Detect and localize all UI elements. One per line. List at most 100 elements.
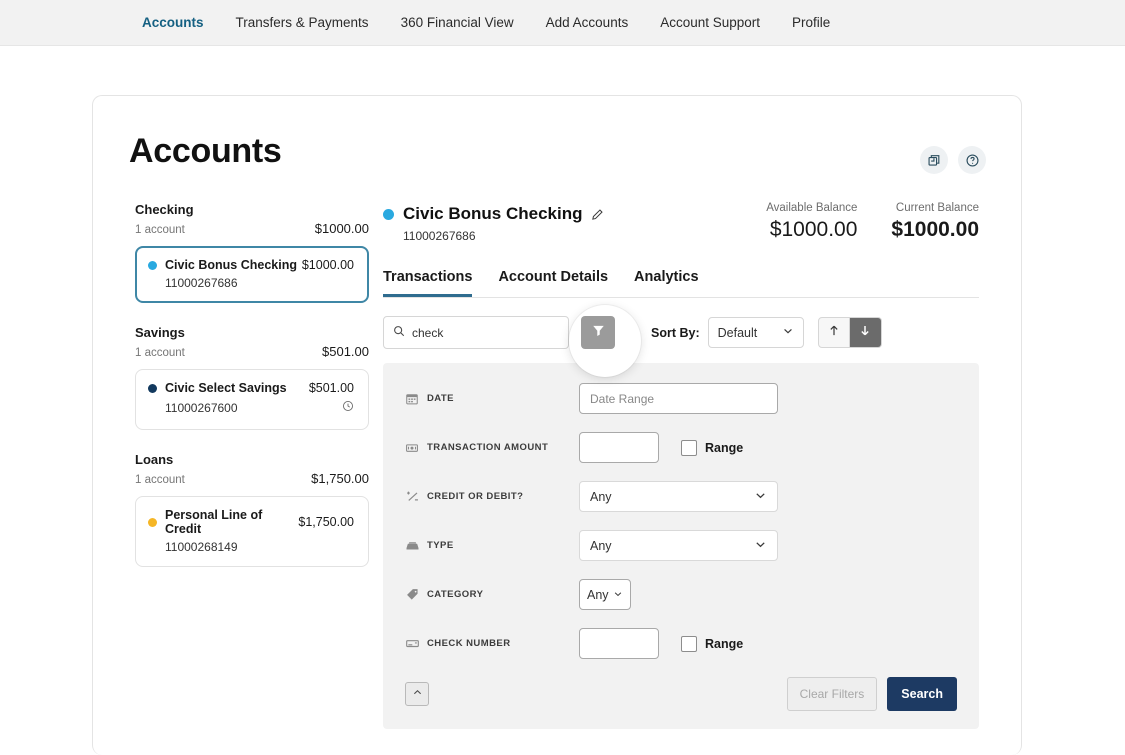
filter-row-transaction-amount: TRANSACTION AMOUNT Range (405, 432, 957, 463)
group-title: Savings (135, 325, 185, 340)
group-count: 1 account (135, 474, 185, 486)
transaction-amount-range-toggle[interactable]: Range (681, 439, 743, 456)
chevron-down-icon (782, 325, 794, 340)
chevron-up-icon (412, 685, 423, 703)
sort-controls: Sort By: Default (651, 317, 882, 348)
tab-analytics[interactable]: Analytics (634, 269, 698, 297)
date-range-input[interactable]: Date Range (579, 383, 778, 414)
group-summary: 1 account $501.00 (135, 344, 369, 359)
pending-clock-icon (342, 399, 354, 417)
account-group-checking: Checking 1 account $1000.00 Civic Bonus … (135, 202, 369, 303)
account-detail-identity: Civic Bonus Checking 11000267686 (383, 202, 604, 243)
filter-label-transaction-amount: TRANSACTION AMOUNT (427, 442, 549, 453)
accounts-sidebar: Checking 1 account $1000.00 Civic Bonus … (93, 202, 383, 729)
group-summary: 1 account $1,750.00 (135, 471, 369, 486)
group-count: 1 account (135, 224, 185, 236)
chevron-down-icon (754, 538, 767, 554)
nav-item-transfers-payments[interactable]: Transfers & Payments (220, 15, 385, 30)
credit-or-debit-value: Any (590, 489, 612, 504)
plus-minus-icon (405, 489, 427, 504)
filter-label-category: CATEGORY (427, 589, 484, 600)
nav-item-profile[interactable]: Profile (776, 15, 846, 30)
tab-transactions[interactable]: Transactions (383, 269, 473, 297)
group-title: Loans (135, 452, 174, 467)
type-select[interactable]: Any (579, 530, 778, 561)
filter-row-credit-or-debit: CREDIT OR DEBIT? Any (405, 481, 957, 512)
sort-label: Sort By: (651, 325, 700, 340)
filter-row-category: CATEGORY Any (405, 579, 957, 610)
available-balance-value: $1000.00 (769, 218, 858, 241)
search-button[interactable]: Search (887, 677, 957, 711)
filter-label-date: DATE (427, 393, 454, 404)
group-title: Checking (135, 202, 194, 217)
filter-label-check-number: CHECK NUMBER (427, 638, 511, 649)
account-status-dot (148, 260, 157, 270)
account-identity: Personal Line of Credit (148, 508, 298, 536)
edit-nickname-icon[interactable] (591, 208, 604, 221)
range-checkbox[interactable] (681, 439, 697, 456)
help-button[interactable] (958, 146, 986, 174)
account-detail-panel: Civic Bonus Checking 11000267686 Availab… (383, 202, 1021, 729)
nav-item-add-accounts[interactable]: Add Accounts (530, 15, 645, 30)
group-total: $1,750.00 (311, 471, 369, 486)
page-header: Accounts (93, 96, 1021, 174)
sort-descending-button[interactable] (849, 317, 882, 348)
category-select[interactable]: Any (579, 579, 631, 610)
help-icon (965, 153, 980, 168)
statements-icon (927, 153, 942, 168)
account-identity: Civic Bonus Checking (148, 258, 297, 272)
statements-button[interactable] (920, 146, 948, 174)
account-name: Civic Select Savings (165, 381, 287, 395)
filter-toggle-button[interactable] (581, 316, 615, 349)
primary-navigation: Accounts Transfers & Payments 360 Financ… (0, 0, 1125, 46)
check-number-range-toggle[interactable]: Range (681, 635, 743, 652)
account-card-bottom-row: 11000268149 (148, 540, 354, 554)
filter-row-date: DATE Date Range (405, 383, 957, 414)
search-icon (393, 324, 405, 342)
range-checkbox[interactable] (681, 635, 697, 652)
calendar-icon (405, 392, 427, 406)
nav-item-accounts[interactable]: Accounts (126, 15, 220, 30)
current-balance-label: Current Balance (895, 202, 979, 214)
account-card-personal-line-of-credit[interactable]: Personal Line of Credit $1,750.00 110002… (135, 496, 369, 567)
money-icon (405, 441, 427, 455)
account-card-civic-select-savings[interactable]: Civic Select Savings $501.00 11000267600 (135, 369, 369, 430)
sort-by-select[interactable]: Default (707, 317, 804, 348)
tab-account-details[interactable]: Account Details (498, 269, 608, 297)
account-status-dot (148, 517, 157, 527)
credit-or-debit-select[interactable]: Any (579, 481, 778, 512)
account-card-bottom-row: 11000267600 (148, 399, 354, 417)
transaction-amount-input[interactable] (579, 432, 659, 463)
account-identity: Civic Select Savings (148, 381, 287, 395)
group-total: $1000.00 (314, 221, 369, 236)
tag-icon (405, 587, 427, 602)
collapse-filters-button[interactable] (405, 682, 429, 706)
account-name: Civic Bonus Checking (165, 258, 297, 272)
arrow-down-icon (859, 324, 871, 342)
nav-item-360-financial-view[interactable]: 360 Financial View (385, 15, 530, 30)
check-number-input[interactable] (579, 628, 659, 659)
search-box[interactable] (383, 316, 569, 349)
header-actions (920, 146, 986, 174)
group-count: 1 account (135, 347, 185, 359)
account-card-civic-bonus-checking[interactable]: Civic Bonus Checking $1000.00 1100026768… (135, 246, 369, 303)
clear-filters-button[interactable]: Clear Filters (786, 677, 878, 711)
account-number: 11000268149 (165, 540, 238, 554)
current-balance-value: $1000.00 (891, 218, 979, 241)
nav-item-account-support[interactable]: Account Support (644, 15, 776, 30)
sort-ascending-button[interactable] (817, 317, 850, 348)
available-balance: Available Balance $1000.00 (766, 202, 857, 242)
search-input[interactable] (412, 325, 559, 340)
account-balance: $1,750.00 (298, 515, 354, 529)
group-total: $501.00 (322, 344, 369, 359)
account-tabs: Transactions Account Details Analytics (383, 269, 979, 298)
account-group-savings: Savings 1 account $501.00 Civic Select S… (135, 325, 369, 430)
available-balance-label: Available Balance (766, 202, 858, 214)
accounts-body: Checking 1 account $1000.00 Civic Bonus … (93, 174, 1021, 729)
category-value: Any (587, 587, 609, 602)
transaction-search-row: Sort By: Default (383, 316, 979, 349)
sort-by-value: Default (717, 325, 758, 340)
account-title-row: Civic Bonus Checking (383, 204, 604, 224)
filter-label-credit-or-debit: CREDIT OR DEBIT? (427, 491, 524, 502)
filter-action-buttons: Clear Filters Search (786, 677, 957, 711)
